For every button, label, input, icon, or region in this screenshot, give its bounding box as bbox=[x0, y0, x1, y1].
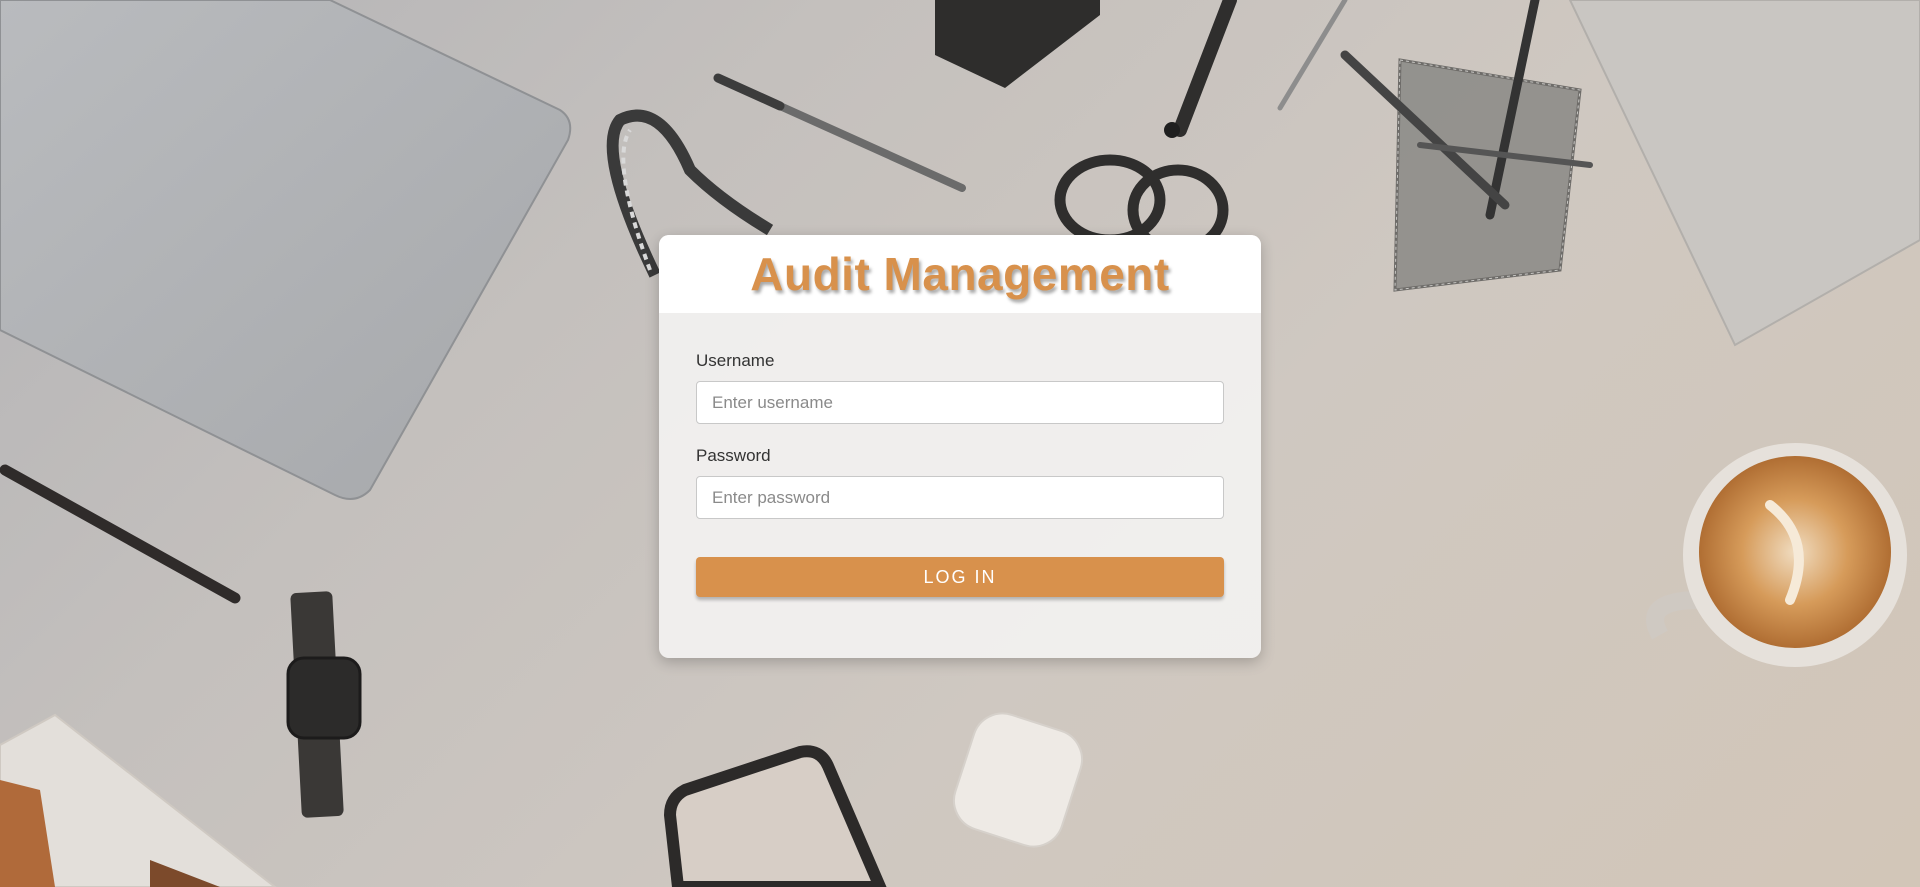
box-icon bbox=[935, 0, 1100, 88]
username-label: Username bbox=[696, 351, 775, 370]
username-input[interactable] bbox=[696, 381, 1224, 424]
login-form: Username Password LOG IN bbox=[659, 313, 1261, 597]
password-input[interactable] bbox=[696, 476, 1224, 519]
pen-icon bbox=[0, 464, 241, 604]
pencil-icon bbox=[1277, 0, 1348, 111]
earbuds-case-icon bbox=[953, 712, 1083, 848]
notebook-icon bbox=[1568, 0, 1920, 347]
scissors-icon bbox=[1054, 0, 1237, 256]
login-card: Audit Management Username Password LOG I… bbox=[659, 235, 1261, 658]
pencil-cup-icon bbox=[1340, 0, 1593, 292]
watch-icon bbox=[286, 591, 362, 818]
password-field-group: Password bbox=[696, 446, 1224, 519]
phone-icon bbox=[663, 745, 887, 887]
magazine-icon bbox=[0, 713, 277, 887]
password-label: Password bbox=[696, 446, 771, 465]
laptop-icon bbox=[0, 0, 572, 500]
login-card-header: Audit Management bbox=[659, 235, 1261, 313]
pen-icon bbox=[713, 73, 966, 192]
login-button[interactable]: LOG IN bbox=[696, 557, 1224, 597]
username-field-group: Username bbox=[696, 351, 1224, 424]
app-title: Audit Management bbox=[750, 248, 1170, 300]
coffee-cup-icon bbox=[1646, 443, 1907, 667]
